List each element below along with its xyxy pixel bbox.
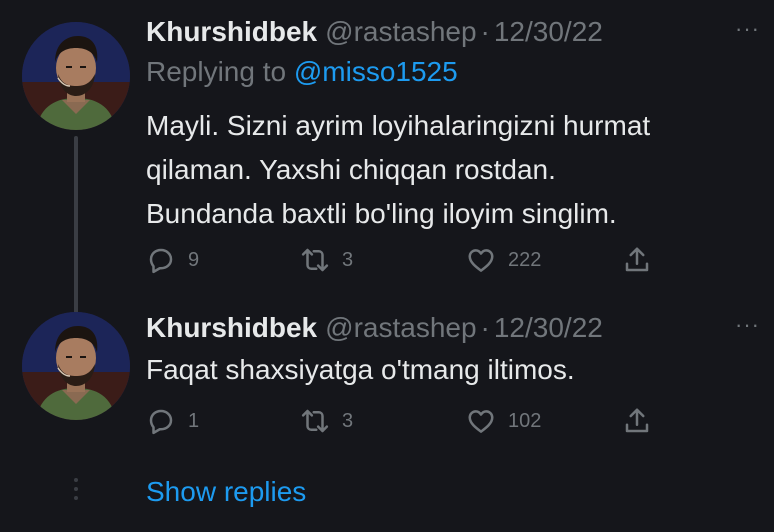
retweet-button[interactable]: 3 xyxy=(300,245,353,275)
replying-to: Replying to @misso1525 xyxy=(146,56,458,88)
retweet-count: 3 xyxy=(342,409,354,432)
tweet-text: Mayli. Sizni ayrim loyihalaringizni hurm… xyxy=(146,104,756,236)
retweet-count: 3 xyxy=(342,248,354,271)
thread-line xyxy=(74,136,78,316)
tweet-text-line: Bundanda baxtli bo'ling iloyim singlim. xyxy=(146,198,617,229)
separator-dot: · xyxy=(480,312,490,343)
share-button[interactable] xyxy=(622,245,652,275)
more-dots-icon[interactable]: ··· xyxy=(735,18,760,40)
tweet-text-line: Mayli. Sizni ayrim loyihalaringizni hurm… xyxy=(146,110,651,141)
share-upload-icon xyxy=(622,406,652,436)
tweet-text: Faqat shaxsiyatga o'tmang iltimos. xyxy=(146,348,756,392)
tweet-date[interactable]: 12/30/22 xyxy=(494,16,603,48)
heart-icon xyxy=(466,245,496,275)
avatar[interactable] xyxy=(22,22,130,130)
reply-button[interactable]: 9 xyxy=(146,245,199,275)
thread-dots xyxy=(74,478,78,505)
share-button[interactable] xyxy=(622,406,652,436)
reply-button[interactable]: 1 xyxy=(146,406,199,436)
author-name[interactable]: Khurshidbek xyxy=(146,312,317,344)
tweet-text-line: Faqat shaxsiyatga o'tmang iltimos. xyxy=(146,354,575,385)
tweet-date[interactable]: 12/30/22 xyxy=(494,312,603,344)
tweet[interactable]: Khurshidbek @rastashep · 12/30/22 ··· Fa… xyxy=(0,300,774,460)
author-handle[interactable]: @rastashep xyxy=(325,16,476,48)
tweet-header: Khurshidbek @rastashep · 12/30/22 xyxy=(146,12,603,52)
mention-link[interactable]: @misso1525 xyxy=(294,56,458,87)
separator-dot: · xyxy=(480,16,490,47)
like-button[interactable]: 222 xyxy=(466,245,541,275)
author-handle[interactable]: @rastashep xyxy=(325,312,476,344)
show-replies-row[interactable]: Show replies xyxy=(0,460,774,532)
reply-count: 9 xyxy=(188,248,200,271)
like-button[interactable]: 102 xyxy=(466,406,541,436)
tweet-actions: 1 3 102 xyxy=(146,406,666,436)
tweet-text-line: qilaman. Yaxshi chiqqan rostdan. xyxy=(146,154,556,185)
like-count: 102 xyxy=(508,409,542,432)
retweet-arrows-icon xyxy=(300,406,330,436)
tweet-actions: 9 3 222 xyxy=(146,245,666,275)
retweet-arrows-icon xyxy=(300,245,330,275)
show-replies-link[interactable]: Show replies xyxy=(146,476,306,508)
tweet-header: Khurshidbek @rastashep · 12/30/22 xyxy=(146,308,603,348)
like-count: 222 xyxy=(508,248,542,271)
replying-to-label: Replying to xyxy=(146,56,287,87)
speech-bubble-icon xyxy=(146,245,176,275)
share-upload-icon xyxy=(622,245,652,275)
retweet-button[interactable]: 3 xyxy=(300,406,353,436)
tweet[interactable]: Khurshidbek @rastashep · 12/30/22 ··· Re… xyxy=(0,0,774,316)
heart-icon xyxy=(466,406,496,436)
speech-bubble-icon xyxy=(146,406,176,436)
more-dots-icon[interactable]: ··· xyxy=(735,314,760,336)
author-name[interactable]: Khurshidbek xyxy=(146,16,317,48)
avatar[interactable] xyxy=(22,312,130,420)
reply-count: 1 xyxy=(188,409,200,432)
